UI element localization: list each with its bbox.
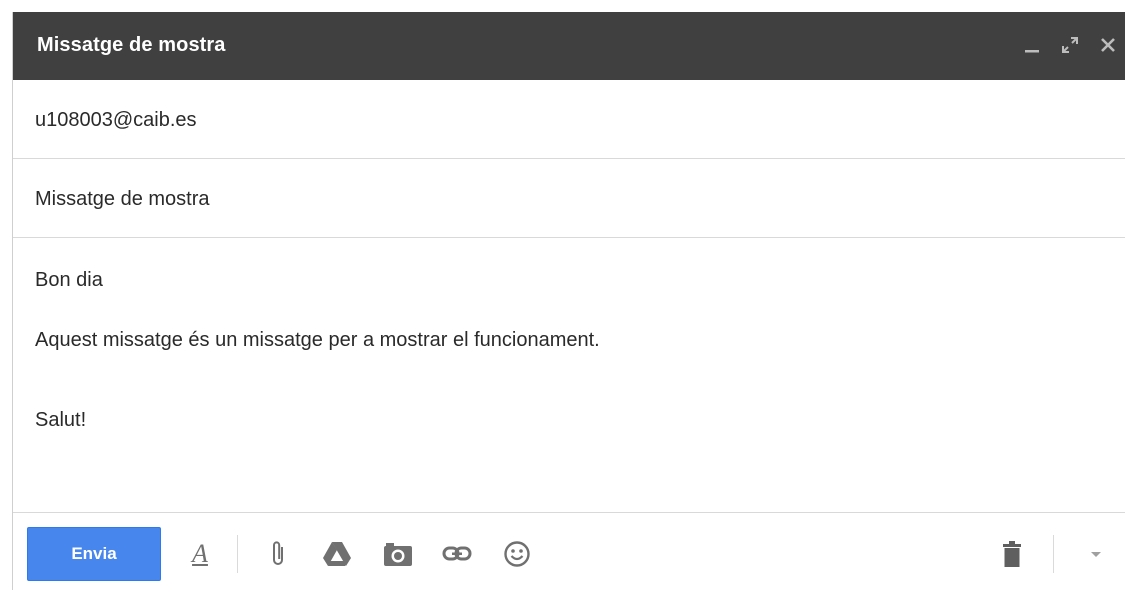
window-controls [1020,32,1120,58]
emoji-icon[interactable] [500,537,534,571]
to-value: u108003@caib.es [35,109,197,131]
insert-link-icon[interactable] [440,537,474,571]
more-options-icon[interactable] [1079,537,1113,571]
text-format-icon[interactable]: A [183,537,217,571]
minimize-icon[interactable] [1020,32,1044,58]
toolbar-divider [237,535,238,573]
body-line: Bon dia [35,269,103,291]
to-field[interactable]: u108003@caib.es [13,81,1125,159]
attach-icon[interactable] [261,537,295,571]
expand-icon[interactable] [1058,32,1082,58]
insert-photo-icon[interactable] [381,537,415,571]
trash-icon[interactable] [995,537,1029,571]
compose-toolbar: Envia A [13,513,1125,590]
toolbar-divider [1053,535,1054,573]
message-body[interactable]: Bon dia Aquest missatge és un missatge p… [13,239,1125,513]
drive-icon[interactable] [320,537,354,571]
body-line: Aquest missatge és un missatge per a mos… [35,329,600,351]
body-line: Salut! [35,409,87,431]
compose-window: Missatge de mostra u108003@caib.es Missa… [12,12,1125,590]
send-button[interactable]: Envia [27,527,161,581]
subject-value: Missatge de mostra [35,188,210,210]
compose-title: Missatge de mostra [37,34,226,56]
compose-titlebar[interactable]: Missatge de mostra [13,12,1125,80]
close-icon[interactable] [1096,32,1120,58]
subject-field[interactable]: Missatge de mostra [13,160,1125,238]
text-format-label: A [192,539,208,568]
